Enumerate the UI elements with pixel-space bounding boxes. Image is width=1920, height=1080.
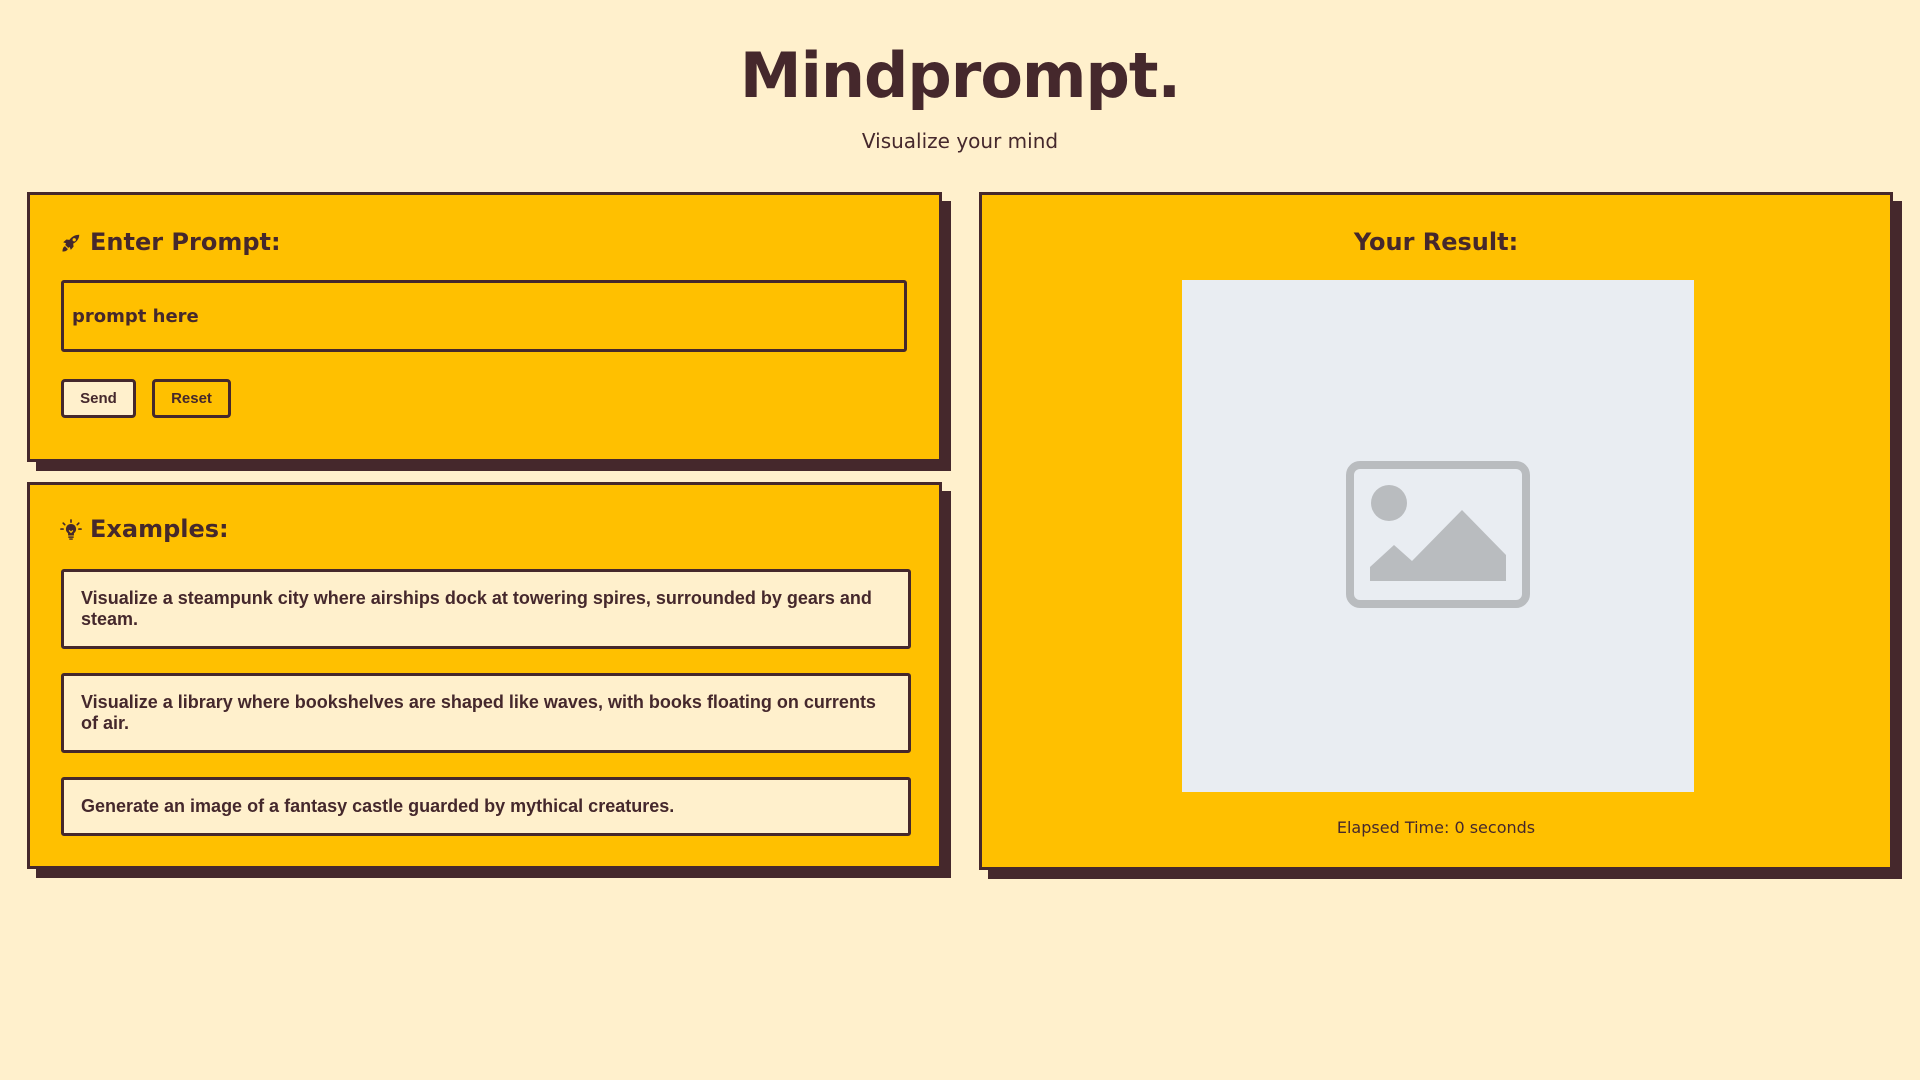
- example-item[interactable]: Generate an image of a fantasy castle gu…: [61, 777, 911, 836]
- example-item-text: Visualize a steampunk city where airship…: [81, 588, 872, 629]
- example-item[interactable]: Visualize a steampunk city where airship…: [61, 569, 911, 649]
- image-placeholder-icon: [1346, 460, 1530, 612]
- example-item[interactable]: Visualize a library where bookshelves ar…: [61, 673, 911, 753]
- prompt-card-heading-label: Enter Prompt:: [90, 228, 281, 256]
- prompt-input[interactable]: [61, 280, 907, 352]
- send-button[interactable]: Send: [61, 379, 136, 418]
- lightbulb-icon: [60, 518, 82, 540]
- result-card: Your Result: Elapsed Time: 0 seconds: [979, 192, 1893, 870]
- examples-card-heading: Examples:: [60, 514, 229, 544]
- prompt-card-heading: Enter Prompt:: [60, 227, 281, 257]
- result-image: [1182, 280, 1694, 792]
- example-item-text: Generate an image of a fantasy castle gu…: [81, 796, 675, 816]
- page-subtitle: Visualize your mind: [861, 129, 1059, 153]
- rocket-icon: [60, 231, 82, 253]
- page-title: Mindprompt.: [739, 39, 1181, 112]
- examples-card-heading-label: Examples:: [90, 515, 229, 543]
- example-item-text: Visualize a library where bookshelves ar…: [81, 692, 876, 733]
- reset-button[interactable]: Reset: [152, 379, 231, 418]
- result-card-heading: Your Result:: [1353, 228, 1519, 256]
- elapsed-time: Elapsed Time: 0 seconds: [1336, 818, 1536, 837]
- prompt-card: Enter Prompt: Send Reset: [27, 192, 942, 462]
- examples-card: Examples: Visualize a steampunk city whe…: [27, 482, 942, 869]
